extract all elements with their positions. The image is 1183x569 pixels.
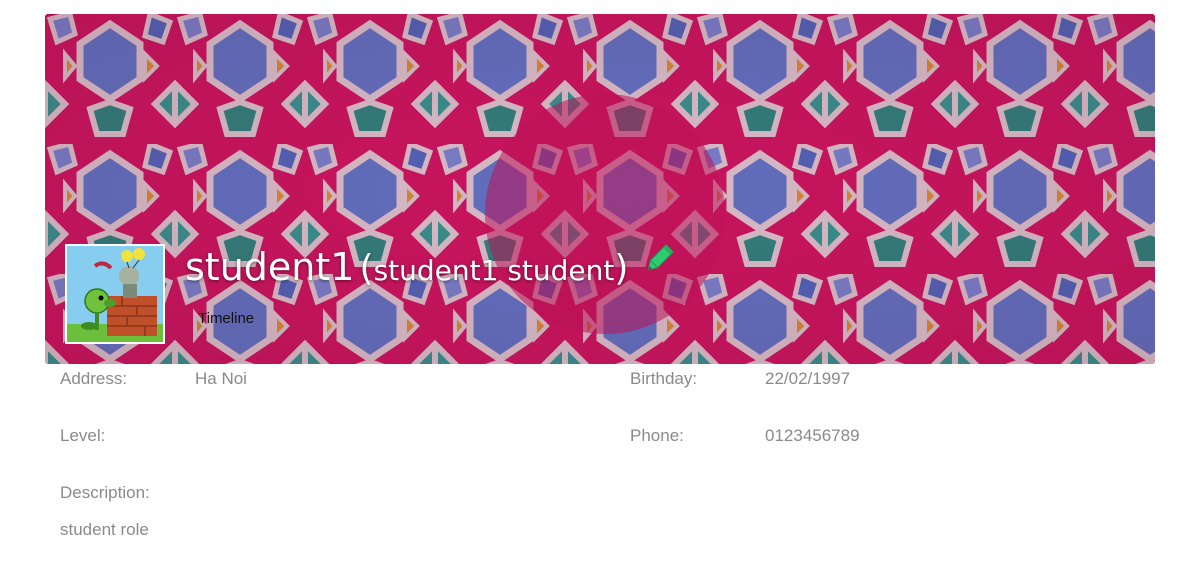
profile-full-name: student1 student bbox=[373, 254, 615, 287]
phone-label: Phone: bbox=[630, 426, 684, 445]
description-label: Description: bbox=[60, 483, 150, 502]
birthday-value: 22/02/1997 bbox=[765, 369, 851, 388]
level-label: Level: bbox=[60, 426, 106, 445]
profile-name-line: student1 (student1 student) bbox=[185, 242, 676, 289]
address-value: Ha Noi bbox=[195, 369, 247, 388]
plants-vs-zombies-avatar-icon bbox=[67, 246, 163, 342]
open-paren: ( bbox=[359, 248, 374, 289]
close-paren: ) bbox=[614, 248, 629, 289]
profile-cover: student1 (student1 student) Timeline bbox=[45, 14, 1155, 364]
address-label: Address: bbox=[60, 369, 128, 388]
description-value: student role bbox=[60, 520, 149, 539]
profile-avatar[interactable] bbox=[65, 244, 165, 344]
pencil-icon[interactable] bbox=[642, 242, 676, 280]
timeline-link[interactable]: Timeline bbox=[198, 310, 254, 327]
phone-value: 0123456789 bbox=[765, 426, 860, 445]
profile-username: student1 bbox=[185, 245, 355, 289]
birthday-label: Birthday: bbox=[630, 369, 698, 388]
